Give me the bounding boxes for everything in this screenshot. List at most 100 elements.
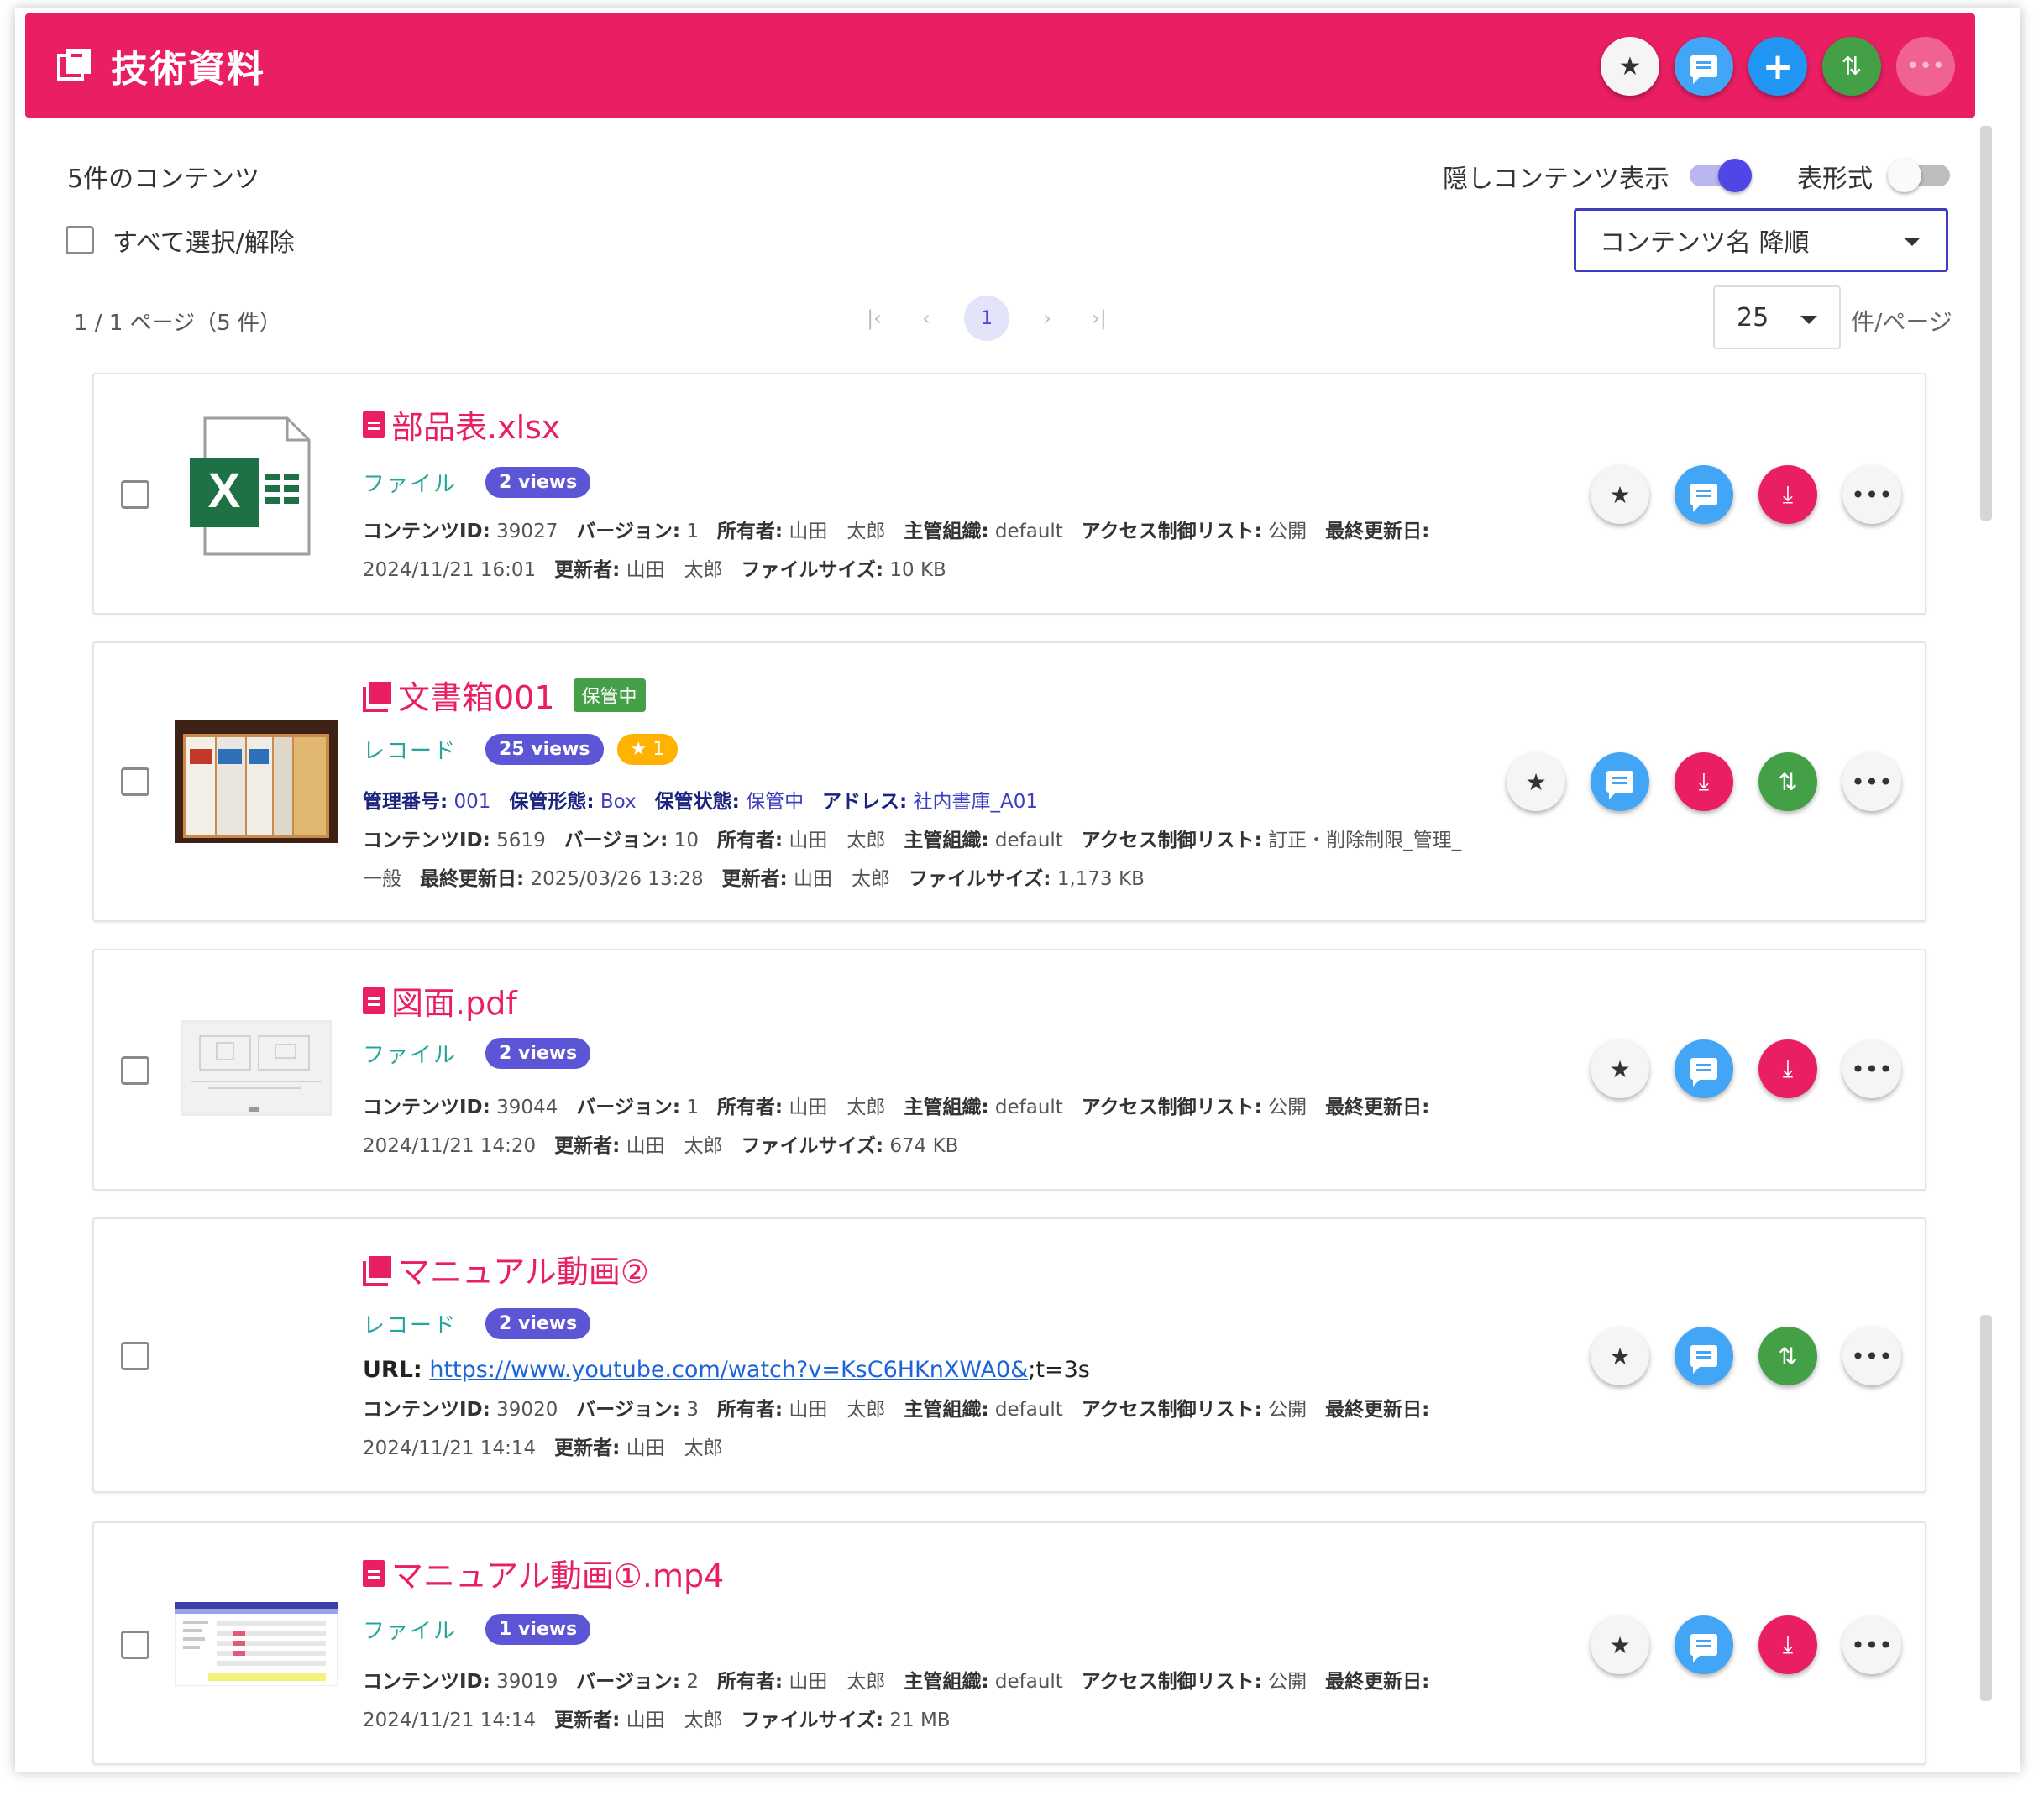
favorite-count-badge: ★ 1 xyxy=(616,734,679,765)
file-icon xyxy=(363,987,385,1014)
file-icon xyxy=(363,1559,385,1587)
page-button-current[interactable]: 1 xyxy=(964,296,1009,341)
row-checkbox[interactable] xyxy=(121,1342,149,1370)
row-checkbox[interactable] xyxy=(121,1056,149,1085)
download-button[interactable]: ⤓ xyxy=(1675,752,1733,811)
archive-box-photo xyxy=(175,720,338,843)
content-title[interactable]: 図面.pdf xyxy=(363,977,517,1024)
more-button[interactable]: ••• xyxy=(1842,1615,1901,1674)
download-button[interactable]: ⤓ xyxy=(1758,465,1817,524)
row-checkbox[interactable] xyxy=(121,480,149,509)
page-header: 技術資料 ★ + ⇅ ••• xyxy=(25,13,1975,118)
comment-button[interactable] xyxy=(1675,1039,1733,1098)
add-button[interactable]: + xyxy=(1748,37,1807,96)
comment-button[interactable] xyxy=(1675,1327,1733,1385)
views-badge: 2 views xyxy=(485,467,591,498)
content-card[interactable]: マニュアル動画② レコード 2 views URL: https://www.y… xyxy=(92,1217,1926,1493)
more-button[interactable]: ••• xyxy=(1842,465,1901,524)
scrollbar[interactable] xyxy=(1980,126,1992,521)
content-card[interactable]: 図面.pdf ファイル 2 views コンテンツID: 39044 バージョン… xyxy=(92,949,1926,1191)
download-icon: ⤓ xyxy=(1782,1631,1794,1658)
url-link[interactable]: https://www.youtube.com/watch?v=KsC6HKnX… xyxy=(429,1357,1028,1383)
more-icon: ••• xyxy=(1851,480,1893,509)
more-button[interactable]: ••• xyxy=(1842,1327,1901,1385)
favorite-button[interactable]: ★ xyxy=(1591,1615,1649,1674)
favorite-button[interactable]: ★ xyxy=(1507,752,1565,811)
drawing-thumbnail xyxy=(175,1018,338,1118)
svg-text:X: X xyxy=(208,463,241,518)
record-fields: 管理番号: 001 保管形態: Box 保管状態: 保管中 アドレス: 社内書庫… xyxy=(363,791,1039,813)
more-icon: ••• xyxy=(1905,54,1945,79)
select-all[interactable]: すべて選択/解除 xyxy=(66,222,295,259)
comment-button[interactable] xyxy=(1675,465,1733,524)
favorite-button[interactable]: ★ xyxy=(1601,37,1659,96)
select-all-label: すべて選択/解除 xyxy=(113,228,295,258)
download-button[interactable]: ⤓ xyxy=(1758,1615,1817,1674)
page-info: 1 / 1 ページ（5 件） xyxy=(74,311,281,336)
table-format-label: 表形式 xyxy=(1797,165,1873,194)
more-icon: ••• xyxy=(1851,1631,1893,1659)
content-type: ファイル xyxy=(363,1043,458,1068)
star-icon: ★ xyxy=(1609,1631,1631,1659)
sort-select[interactable]: コンテンツ名 降順 xyxy=(1574,208,1948,272)
content-card[interactable]: X 部品表.xlsx ファイル 2 views コンテンツID: 39027 バ… xyxy=(92,373,1926,615)
url-label: URL: xyxy=(363,1357,422,1383)
content-card[interactable]: 文書箱001 保管中 レコード 25 views ★ 1 管理番号: 001 保… xyxy=(92,641,1926,922)
chat-icon xyxy=(1690,484,1717,512)
views-badge: 2 views xyxy=(485,1038,591,1069)
move-button[interactable]: ⇅ xyxy=(1758,1327,1817,1385)
more-icon: ••• xyxy=(1851,1055,1893,1083)
row-checkbox[interactable] xyxy=(121,1631,149,1659)
table-format-toggle[interactable] xyxy=(1888,159,1950,192)
row-checkbox[interactable] xyxy=(121,767,149,796)
content-type: レコード xyxy=(363,1313,458,1338)
star-icon: ★ xyxy=(1618,51,1642,81)
content-title[interactable]: マニュアル動画② xyxy=(363,1246,649,1292)
hidden-content-toggle[interactable] xyxy=(1690,159,1752,192)
url-field: URL: https://www.youtube.com/watch?v=KsC… xyxy=(363,1357,1090,1383)
chevron-down-icon xyxy=(1904,238,1921,246)
views-badge: 25 views xyxy=(485,734,604,765)
more-button[interactable]: ••• xyxy=(1842,752,1901,811)
content-title[interactable]: 文書箱001 保管中 xyxy=(363,672,646,718)
more-button[interactable]: ••• xyxy=(1842,1039,1901,1098)
content-type: ファイル xyxy=(363,1619,458,1644)
content-title[interactable]: マニュアル動画①.mp4 xyxy=(363,1550,724,1596)
content-title-text: マニュアル動画①.mp4 xyxy=(391,1558,725,1594)
favorite-button[interactable]: ★ xyxy=(1591,465,1649,524)
comment-button[interactable] xyxy=(1591,752,1649,811)
more-icon: ••• xyxy=(1851,1342,1893,1370)
favorite-button[interactable]: ★ xyxy=(1591,1327,1649,1385)
content-title-text: 図面.pdf xyxy=(391,985,517,1022)
move-button[interactable]: ⇅ xyxy=(1758,752,1817,811)
comment-button[interactable] xyxy=(1675,1615,1733,1674)
last-page-icon[interactable]: ›| xyxy=(1073,296,1125,340)
views-badge: 2 views xyxy=(485,1308,591,1339)
first-page-icon[interactable]: |‹ xyxy=(848,296,900,340)
views-badge: 1 views xyxy=(485,1614,591,1645)
next-page-icon[interactable]: › xyxy=(1021,296,1073,340)
content-count: 5件のコンテンツ xyxy=(67,165,260,194)
content-title-text: 部品表.xlsx xyxy=(391,409,561,446)
move-button[interactable]: ⇅ xyxy=(1822,37,1881,96)
per-page-label: 件/ページ xyxy=(1851,308,1952,336)
content-type: レコード xyxy=(363,739,458,764)
per-page-select[interactable]: 25 xyxy=(1713,285,1841,349)
chat-icon xyxy=(1690,1345,1717,1374)
favorite-button[interactable]: ★ xyxy=(1591,1039,1649,1098)
download-button[interactable]: ⤓ xyxy=(1758,1039,1817,1098)
scrollbar[interactable] xyxy=(1980,1315,1992,1701)
chat-icon xyxy=(1690,1634,1717,1662)
more-button[interactable]: ••• xyxy=(1896,37,1955,96)
prev-page-icon[interactable]: ‹ xyxy=(900,296,952,340)
content-card[interactable]: マニュアル動画①.mp4 ファイル 1 views コンテンツID: 39019… xyxy=(92,1521,1926,1765)
excel-thumbnail: X xyxy=(175,415,338,558)
video-thumbnail xyxy=(174,1601,338,1687)
record-icon xyxy=(363,681,391,712)
content-info: コンテンツID: 39020 バージョン: 3 所有者: 山田 太郎 主管組織:… xyxy=(363,1399,1430,1459)
more-icon: ••• xyxy=(1851,767,1893,796)
select-all-checkbox[interactable] xyxy=(66,226,94,254)
content-title[interactable]: 部品表.xlsx xyxy=(363,401,560,448)
comment-button[interactable] xyxy=(1675,37,1733,96)
star-icon: ★ xyxy=(1609,1342,1631,1370)
